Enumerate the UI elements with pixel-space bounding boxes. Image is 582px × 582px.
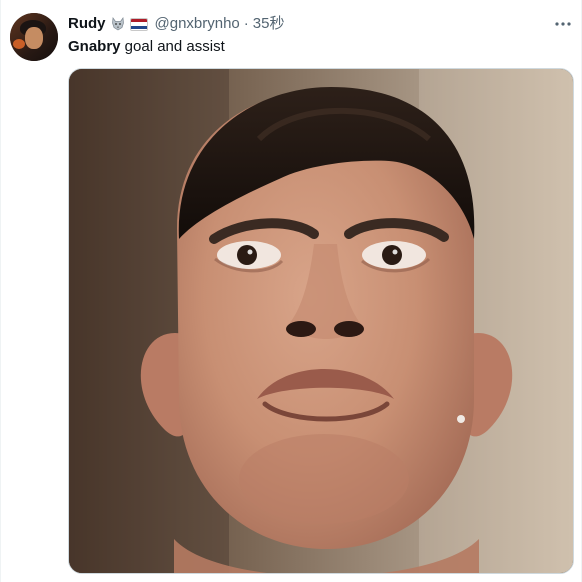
tweet-text-rest: goal and assist	[120, 38, 225, 55]
netherlands-flag-icon	[129, 17, 148, 31]
user-handle[interactable]: @gnxbrynho	[155, 14, 240, 34]
avatar[interactable]	[10, 13, 58, 61]
tweet-text: Gnabry goal and assist	[68, 37, 225, 57]
tweet[interactable]: Rudy @gnxbrynho · 35秒 Gnabry goal and as…	[0, 0, 582, 582]
tweet-text-bold: Gnabry	[68, 38, 121, 55]
photo-illustration	[69, 69, 573, 573]
tweet-header: Rudy @gnxbrynho · 35秒	[68, 14, 284, 34]
timestamp[interactable]: 35秒	[253, 14, 285, 34]
header-separator: ·	[243, 15, 249, 32]
display-name[interactable]: Rudy	[68, 14, 106, 34]
avatar-accent	[13, 39, 25, 49]
tweet-media-photo[interactable]	[68, 68, 574, 574]
more-options-icon[interactable]	[553, 16, 573, 32]
wolf-icon	[111, 17, 125, 31]
avatar-face	[25, 27, 43, 49]
